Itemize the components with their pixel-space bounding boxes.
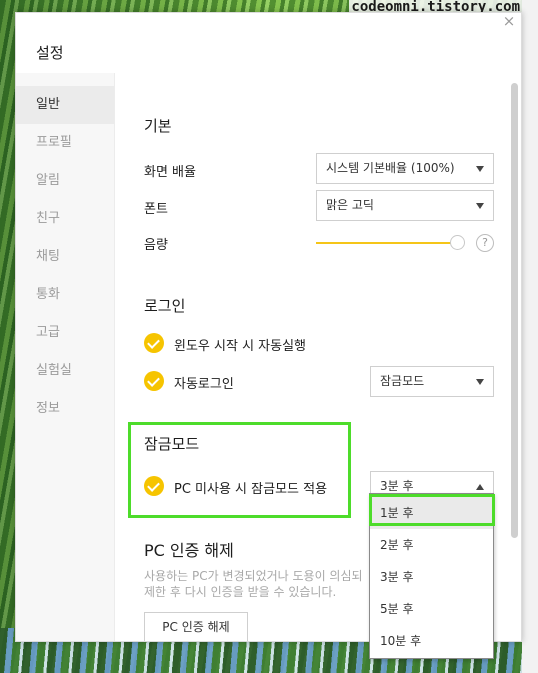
close-icon[interactable]: ×	[501, 13, 517, 29]
zoom-select[interactable]: 시스템 기본배율 (100%)	[316, 153, 494, 184]
font-select[interactable]: 맑은 고딕	[316, 190, 494, 221]
scrollbar[interactable]	[511, 83, 518, 538]
section-title-lockmode: 잠금모드	[144, 435, 200, 453]
pc-auth-release-button[interactable]: PC 인증 해제	[144, 612, 248, 641]
zoom-select-value: 시스템 기본배율 (100%)	[326, 161, 455, 175]
volume-label: 음량	[144, 238, 168, 253]
dialog-title: 설정	[36, 44, 64, 62]
help-icon[interactable]: ?	[476, 234, 494, 252]
chevron-down-icon	[476, 379, 484, 385]
sidebar-item-general[interactable]: 일반	[16, 86, 114, 124]
sidebar-item-calls[interactable]: 통화	[16, 276, 114, 314]
desktop-edge	[522, 0, 538, 673]
sidebar-item-advanced[interactable]: 고급	[16, 314, 114, 352]
autologin-mode-value: 잠금모드	[380, 374, 425, 388]
autostart-label: 윈도우 시작 시 자동실행	[174, 339, 306, 354]
settings-sidebar: 일반 프로필 알림 친구 채팅 통화 고급 실험실 정보	[16, 73, 115, 641]
font-label: 폰트	[144, 202, 168, 217]
zoom-label: 화면 배율	[144, 165, 196, 180]
section-title-general: 기본	[144, 117, 172, 135]
sidebar-item-notifications[interactable]: 알림	[16, 162, 114, 200]
sidebar-item-profile[interactable]: 프로필	[16, 124, 114, 162]
option-highlight-box	[369, 494, 495, 526]
sidebar-item-info[interactable]: 정보	[16, 390, 114, 428]
volume-slider-track[interactable]	[316, 242, 456, 244]
idle-lock-checkbox[interactable]	[144, 476, 164, 496]
idle-lock-label: PC 미사용 시 잠금모드 적용	[174, 482, 328, 497]
autologin-label: 자동로그인	[174, 377, 234, 392]
pc-auth-desc-line1: 사용하는 PC가 변경되었거나 도용이 의심되	[144, 569, 363, 583]
sidebar-item-labs[interactable]: 실험실	[16, 352, 114, 390]
pc-auth-desc-line2: 제한 후 다시 인증을 받을 수 있습니다.	[144, 585, 337, 599]
autologin-mode-select[interactable]: 잠금모드	[370, 366, 494, 397]
chevron-down-icon	[476, 203, 484, 209]
sidebar-item-chat[interactable]: 채팅	[16, 238, 114, 276]
sidebar-item-friends[interactable]: 친구	[16, 200, 114, 238]
section-title-pc-auth: PC 인증 해제	[144, 541, 234, 560]
autostart-checkbox[interactable]	[144, 333, 164, 353]
font-select-value: 맑은 고딕	[326, 198, 374, 212]
autologin-checkbox[interactable]	[144, 371, 164, 391]
chevron-down-icon	[476, 166, 484, 172]
idle-lock-select-value: 3분 후	[380, 479, 414, 493]
dropdown-option-10min[interactable]: 10분 후	[370, 625, 493, 657]
dropdown-option-5min[interactable]: 5분 후	[370, 593, 493, 625]
chevron-up-icon	[476, 484, 484, 490]
dropdown-option-3min[interactable]: 3분 후	[370, 561, 493, 593]
volume-slider-thumb[interactable]	[450, 235, 465, 250]
dropdown-option-2min[interactable]: 2분 후	[370, 529, 493, 561]
section-title-login: 로그인	[144, 297, 186, 315]
